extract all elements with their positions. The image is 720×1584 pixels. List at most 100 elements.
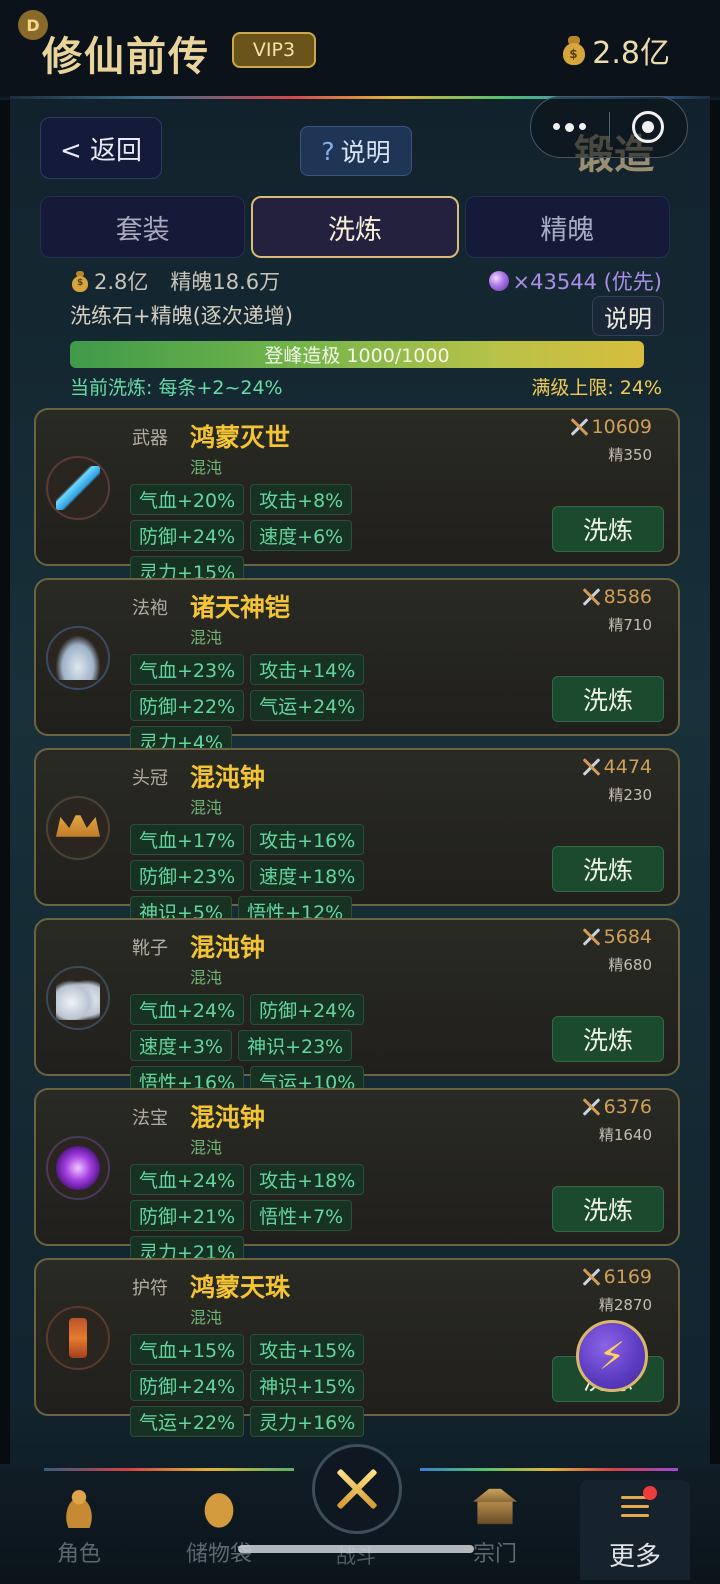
vip-badge[interactable]: VIP3	[232, 32, 316, 68]
stat-tag: 气血+15%	[130, 1334, 245, 1365]
notification-dot	[643, 1486, 657, 1500]
stat-tag: 攻击+16%	[250, 824, 365, 855]
nav-divider-left	[44, 1468, 294, 1471]
quick-action-lightning-button[interactable]: ⚡	[576, 1320, 648, 1392]
crossed-swords-icon	[568, 416, 590, 438]
essence-cost: 精230	[608, 786, 652, 804]
item-name: 混沌钟	[190, 1103, 266, 1132]
refine-button[interactable]: 洗炼	[552, 846, 664, 892]
item-quality: 混沌	[190, 1138, 223, 1157]
more-options-button[interactable]	[531, 97, 609, 157]
charm-slot-icon[interactable]	[46, 1306, 110, 1370]
refine-stone-icon	[488, 271, 509, 291]
close-miniprogram-button[interactable]	[610, 97, 688, 157]
stat-list: 气血+24% 攻击+18% 防御+21% 悟性+7% 灵力+21%	[130, 1164, 470, 1267]
resource-line: $ 2.8亿 精魄18.6万	[70, 266, 280, 296]
essence-cost: 精2870	[598, 1296, 652, 1314]
equipment-card-crown: 头冠 混沌钟 混沌 4474 精230 气血+17% 攻击+16% 防御+23%…	[34, 748, 680, 927]
power-value: 8586	[580, 586, 652, 608]
left-edge	[0, 100, 10, 1464]
gold-display: $ 2.8亿	[560, 28, 670, 72]
weapon-slot-icon[interactable]	[46, 456, 110, 520]
item-name: 诸天神铠	[190, 593, 291, 622]
stat-tag: 气血+24%	[130, 994, 245, 1025]
essence-cost: 精710	[608, 616, 652, 634]
tab-suit[interactable]: 套装	[40, 196, 246, 258]
stat-list: 气血+20% 攻击+8% 防御+24% 速度+6% 灵力+15%	[130, 484, 470, 587]
stat-tag: 气运+22%	[130, 1406, 245, 1437]
stat-list: 气血+23% 攻击+14% 防御+22% 气运+24% 灵力+4%	[130, 654, 470, 757]
item-quality: 混沌	[190, 1308, 223, 1327]
equipment-card-robe: 法袍 诸天神铠 混沌 8586 精710 气血+23% 攻击+14% 防御+22…	[34, 578, 680, 757]
stat-tag: 防御+22%	[130, 690, 245, 721]
crossed-swords-icon	[580, 926, 602, 948]
essence-cost: 精680	[608, 956, 652, 974]
slot-label: 头冠	[132, 768, 168, 789]
item-quality: 混沌	[190, 458, 223, 477]
equipment-card-boots: 靴子 混沌钟 混沌 5684 精680 气血+24% 防御+24% 速度+3% …	[34, 918, 680, 1097]
crossed-swords-icon	[580, 586, 602, 608]
power-value: 10609	[568, 416, 652, 438]
robe-icon	[56, 636, 100, 680]
slot-label: 靴子	[132, 938, 168, 959]
refine-button[interactable]: 洗炼	[552, 1016, 664, 1062]
item-name: 鸿蒙灭世	[190, 423, 291, 452]
help-button[interactable]: ? 说明	[300, 126, 412, 176]
item-name: 混沌钟	[190, 763, 266, 792]
money-bag-icon: $	[70, 270, 90, 292]
stat-tag: 气运+24%	[250, 690, 365, 721]
robe-slot-icon[interactable]	[46, 626, 110, 690]
essence-cost: 精1640	[598, 1126, 652, 1144]
boots-slot-icon[interactable]	[46, 966, 110, 1030]
question-icon: ?	[321, 136, 335, 166]
max-limit-text: 满级上限: 24%	[531, 377, 662, 399]
menu-icon	[613, 1484, 657, 1528]
stat-tag: 防御+24%	[250, 994, 365, 1025]
charm-icon	[69, 1318, 87, 1358]
nav-label: 更多	[608, 1542, 661, 1572]
explain-button[interactable]: 说明	[592, 296, 664, 336]
essence-cost: 精350	[608, 446, 652, 464]
crown-slot-icon[interactable]	[46, 796, 110, 860]
refine-button[interactable]: 洗炼	[552, 676, 664, 722]
refine-button[interactable]: 洗炼	[552, 506, 664, 552]
nav-sect[interactable]: 宗门	[440, 1480, 550, 1580]
orb-icon	[56, 1146, 100, 1190]
crossed-swords-icon	[580, 756, 602, 778]
item-name: 混沌钟	[190, 933, 266, 962]
stat-tag: 速度+6%	[250, 520, 353, 551]
item-name: 鸿蒙天珠	[190, 1273, 291, 1302]
stat-tag: 防御+23%	[130, 860, 245, 891]
nav-role[interactable]: 角色	[24, 1480, 134, 1580]
meditating-monk-icon	[57, 1484, 101, 1528]
tab-refine[interactable]: 洗炼	[251, 196, 459, 258]
boots-icon	[56, 976, 100, 1020]
treasure-slot-icon[interactable]	[46, 1136, 110, 1200]
stat-tag: 气血+23%	[130, 654, 245, 685]
item-quality: 混沌	[190, 968, 223, 987]
stat-tag: 攻击+8%	[250, 484, 353, 515]
stat-tag: 攻击+14%	[250, 654, 365, 685]
sword-icon	[56, 466, 100, 510]
power-value: 5684	[580, 926, 652, 948]
crossed-swords-icon	[580, 1266, 602, 1288]
stat-list: 气血+15% 攻击+15% 防御+24% 神识+15% 气运+22% 灵力+16…	[130, 1334, 470, 1437]
stat-tag: 悟性+7%	[250, 1200, 353, 1231]
item-quality: 混沌	[190, 628, 223, 647]
crossed-swords-icon	[331, 1463, 383, 1515]
nav-battle[interactable]	[312, 1444, 402, 1534]
tab-essence[interactable]: 精魄	[464, 196, 670, 258]
nav-more[interactable]: 更多	[580, 1480, 690, 1580]
right-edge	[710, 100, 720, 1464]
refine-button[interactable]: 洗炼	[552, 1186, 664, 1232]
app-title: 修仙前传	[42, 33, 210, 80]
back-button[interactable]: < 返回	[40, 117, 162, 179]
stat-tag: 神识+23%	[238, 1030, 353, 1061]
help-label: 说明	[340, 138, 391, 167]
temple-icon	[473, 1484, 517, 1528]
power-value: 4474	[580, 756, 652, 778]
nav-bag[interactable]: 储物袋	[164, 1480, 274, 1580]
mastery-progress-bar: 登峰造极 1000/1000	[70, 341, 644, 368]
lightning-icon: ⚡	[598, 1334, 626, 1378]
miniprogram-capsule	[530, 96, 688, 158]
